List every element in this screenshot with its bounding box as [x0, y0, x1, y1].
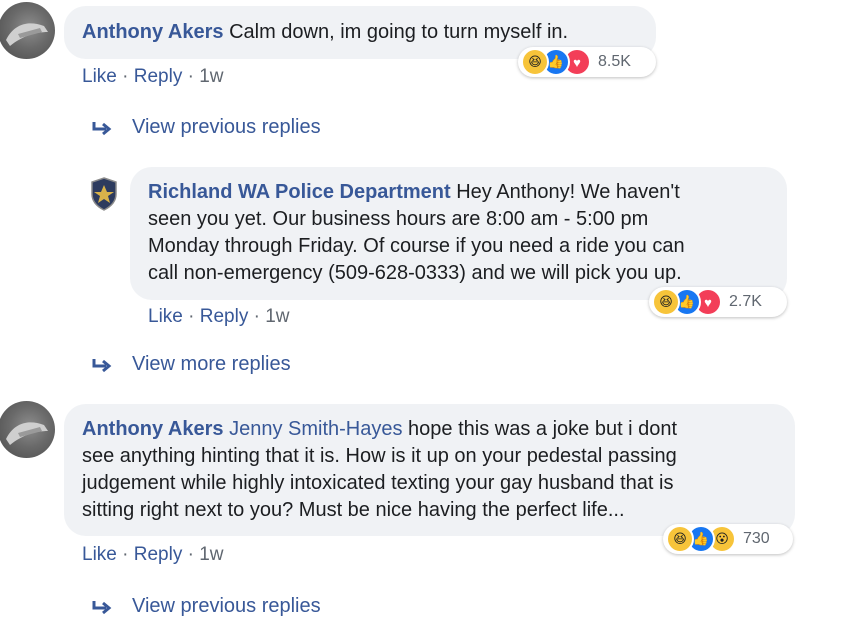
- reactions-summary[interactable]: 😆 👍 ♥ 8.5K: [518, 47, 656, 77]
- reply-button[interactable]: Reply: [134, 544, 183, 565]
- comment-text: hope this was a joke but i dont: [402, 418, 678, 440]
- reactions-summary[interactable]: 😆 👍 ♥ 2.7K: [649, 287, 787, 317]
- comment-line: Anthony Akers Jenny Smith-Hayes hope thi…: [82, 416, 777, 443]
- reply-arrow-icon: [92, 358, 112, 372]
- view-previous-replies-label[interactable]: View previous replies: [132, 595, 321, 618]
- reply-button[interactable]: Reply: [134, 66, 183, 87]
- view-previous-replies-link[interactable]: View previous replies: [92, 116, 321, 139]
- like-button[interactable]: Like: [148, 306, 183, 327]
- like-button[interactable]: Like: [82, 544, 117, 565]
- avatar[interactable]: [0, 401, 55, 458]
- view-more-replies-link[interactable]: View more replies: [92, 353, 291, 376]
- reactions-count: 2.7K: [729, 293, 762, 310]
- view-previous-replies-label[interactable]: View previous replies: [132, 116, 321, 139]
- police-badge-icon: [91, 177, 117, 211]
- comment-actions: Like · Reply · 1w: [82, 66, 224, 88]
- reply-arrow-icon: [92, 121, 112, 135]
- comment-line: Monday through Friday. Of course if you …: [148, 235, 685, 257]
- comment-bubble: Anthony Akers Jenny Smith-Hayes hope thi…: [64, 404, 795, 536]
- haha-icon: 😆: [666, 525, 694, 553]
- like-button[interactable]: Like: [82, 66, 117, 87]
- reactions-count: 730: [743, 530, 770, 547]
- comment-text: Calm down, im going to turn myself in.: [229, 21, 569, 43]
- reactions-summary[interactable]: 😆 👍 😮 730: [663, 524, 793, 554]
- comment-actions: Like · Reply · 1w: [82, 544, 224, 566]
- separator: ·: [182, 306, 200, 327]
- comment-line: call non-emergency (509-628-0333) and we…: [148, 262, 682, 284]
- reactions-count: 8.5K: [598, 53, 631, 70]
- comment-line: judgement while highly intoxicated texti…: [82, 472, 674, 494]
- haha-icon: 😆: [652, 288, 680, 316]
- separator: ·: [182, 544, 200, 565]
- tagged-user-link[interactable]: Jenny Smith-Hayes: [229, 418, 402, 440]
- comment-author[interactable]: Richland WA Police Department: [148, 181, 451, 203]
- comment-actions: Like · Reply · 1w: [148, 306, 290, 328]
- haha-icon: 😆: [521, 48, 549, 76]
- comment-bubble: Richland WA Police Department Hey Anthon…: [130, 167, 787, 300]
- profile-photo-icon: [6, 23, 48, 46]
- timestamp[interactable]: 1w: [265, 306, 289, 327]
- comment-line: seen you yet. Our business hours are 8:0…: [148, 208, 649, 230]
- view-more-replies-label[interactable]: View more replies: [132, 353, 291, 376]
- reply-arrow-icon: [92, 600, 112, 614]
- comment-text: Hey Anthony! We haven't: [450, 181, 680, 203]
- comment-line: sitting right next to you? Must be nice …: [82, 499, 625, 521]
- avatar[interactable]: [0, 2, 55, 59]
- timestamp[interactable]: 1w: [199, 66, 223, 87]
- reply-button[interactable]: Reply: [200, 306, 249, 327]
- profile-photo-icon: [6, 422, 48, 445]
- comment-line: see anything hinting that it is. How is …: [82, 445, 677, 467]
- avatar[interactable]: [86, 176, 122, 212]
- separator: ·: [248, 306, 266, 327]
- separator: ·: [116, 544, 134, 565]
- comment-author[interactable]: Anthony Akers: [82, 418, 224, 440]
- view-previous-replies-link[interactable]: View previous replies: [92, 595, 321, 618]
- separator: ·: [182, 66, 200, 87]
- timestamp[interactable]: 1w: [199, 544, 223, 565]
- comment-author[interactable]: Anthony Akers: [82, 21, 224, 43]
- comment-line: Richland WA Police Department Hey Anthon…: [148, 179, 769, 206]
- separator: ·: [116, 66, 134, 87]
